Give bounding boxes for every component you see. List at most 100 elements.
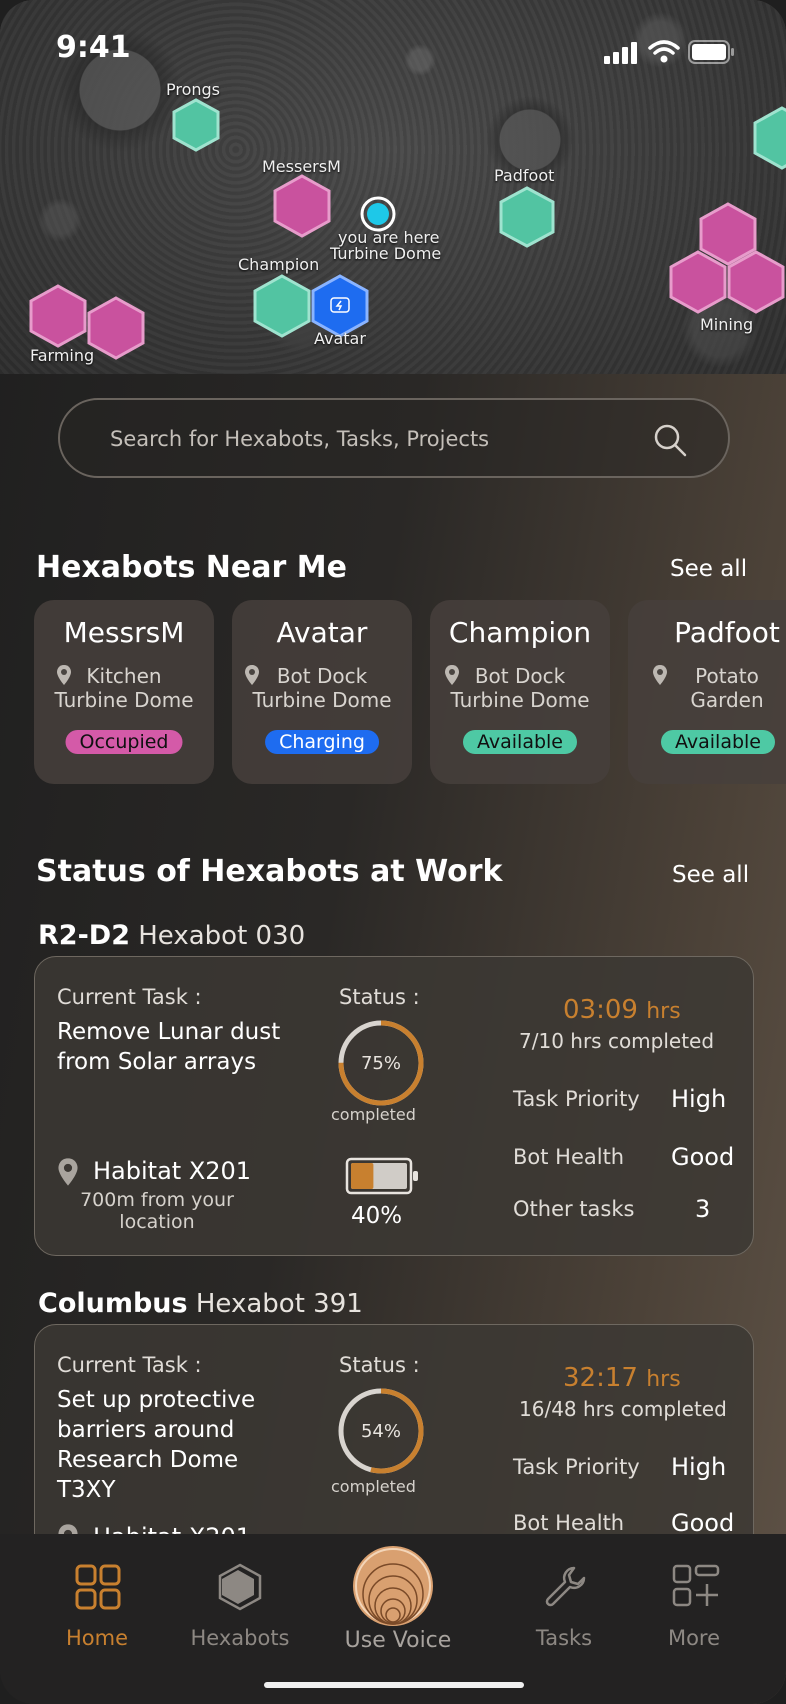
near-me-see-all-link[interactable]: See all (670, 556, 747, 582)
progress-percent: 54% (360, 1421, 401, 1442)
near-card-location: Bot Dock Turbine Dome (430, 664, 610, 712)
nav-use-voice-label: Use Voice (344, 1628, 452, 1653)
home-grid-icon (75, 1564, 121, 1610)
nav-more[interactable]: More (624, 1534, 764, 1654)
location-line-2: Turbine Dome (252, 688, 392, 712)
search-bar[interactable] (58, 398, 730, 478)
bot-name: R2-D2 (38, 920, 130, 951)
current-task-label: Current Task : (57, 1353, 202, 1377)
location-line-2: Turbine Dome (450, 688, 590, 712)
map-label-turbine-dome: Turbine Dome (330, 244, 442, 263)
health-label: Bot Health (513, 1145, 625, 1169)
hexabot-marker-farming-2[interactable] (86, 296, 146, 360)
status-badge: Available (462, 730, 578, 754)
hours-number: 03:09 (563, 995, 638, 1025)
near-card-padfoot[interactable]: Padfoot Potato Garden Available (628, 600, 786, 784)
status-badge: Available (660, 730, 776, 754)
near-card-location: Kitchen Turbine Dome (34, 664, 214, 712)
current-task-label: Current Task : (57, 985, 202, 1009)
map-label-padfoot: Padfoot (494, 166, 555, 185)
other-tasks-label: Other tasks (513, 1197, 635, 1221)
status-bar: 9:41 (0, 0, 786, 100)
at-work-title: Status of Hexabots at Work (36, 854, 503, 889)
voice-orb-icon (353, 1546, 433, 1626)
location-line-1: Bot Dock (474, 664, 566, 688)
other-tasks-value: 3 (695, 1195, 711, 1223)
nav-hexabots[interactable]: Hexabots (170, 1534, 310, 1654)
status-badge: Occupied (65, 730, 183, 754)
hexabot-marker-padfoot[interactable] (498, 186, 556, 248)
near-card-location: Bot Dock Turbine Dome (232, 664, 412, 712)
status-time: 9:41 (56, 30, 131, 65)
hours-completed: 16/48 hrs completed (519, 1397, 727, 1421)
hours-unit: hrs (646, 1367, 681, 1392)
hexabot-marker-farming-1[interactable] (28, 284, 88, 348)
location-pin-icon (58, 1158, 78, 1186)
hexabot-marker-champion[interactable] (252, 274, 312, 338)
battery-status-icon (688, 40, 734, 64)
hexabot-marker-messersm[interactable] (272, 174, 332, 238)
bot-distance: 700m from your location (80, 1189, 234, 1233)
nav-more-label: More (667, 1626, 721, 1650)
battery-icon (345, 1157, 418, 1195)
bot-name: Columbus (38, 1288, 188, 1319)
nav-home[interactable]: Home (27, 1534, 167, 1654)
health-value: Good (671, 1509, 735, 1537)
work-card-r2d2[interactable]: Current Task : Remove Lunar dust from So… (34, 956, 754, 1256)
home-indicator[interactable] (264, 1682, 524, 1688)
bottom-nav: Home Hexabots Use Voice Tasks More (0, 1534, 786, 1704)
hexabot-marker-prongs[interactable] (170, 98, 222, 152)
priority-label: Task Priority (513, 1455, 640, 1479)
task-description: Remove Lunar dust from Solar arrays (57, 1019, 281, 1075)
hours-number: 32:17 (563, 1363, 638, 1393)
bot-model: Hexabot 391 (195, 1289, 363, 1319)
app-screen: Prongs MessersM Padfoot you are here Tur… (0, 0, 786, 1704)
hexabot-marker-mining-3[interactable] (726, 250, 786, 314)
hours-unit: hrs (646, 999, 681, 1024)
wifi-icon (648, 40, 680, 63)
near-me-carousel[interactable]: MessrsM Kitchen Turbine Dome Occupied Ava… (34, 600, 786, 784)
search-icon[interactable] (652, 422, 688, 458)
at-work-see-all-link[interactable]: See all (672, 862, 749, 888)
nav-tasks-label: Tasks (535, 1626, 593, 1650)
map-label-messersm: MessersM (262, 157, 341, 176)
priority-label: Task Priority (513, 1087, 640, 1111)
near-card-name: Avatar (276, 616, 368, 649)
nav-hexabots-label: Hexabots (190, 1626, 290, 1650)
hexabot-marker-mining-2[interactable] (668, 250, 728, 314)
nav-use-voice[interactable]: Use Voice (328, 1534, 468, 1654)
search-input[interactable] (108, 420, 632, 458)
battery-percent: 40% (351, 1203, 403, 1229)
map-label-champion: Champion (238, 255, 320, 274)
nav-tasks[interactable]: Tasks (494, 1534, 634, 1654)
near-card-champion[interactable]: Champion Bot Dock Turbine Dome Available (430, 600, 610, 784)
priority-value: High (671, 1453, 727, 1481)
wrench-icon (545, 1566, 586, 1607)
status-label: Status : (339, 1353, 420, 1377)
near-card-name: MessrsM (63, 616, 185, 649)
map-label-farming: Farming (30, 346, 95, 365)
health-label: Bot Health (513, 1511, 625, 1535)
near-card-avatar[interactable]: Avatar Bot Dock Turbine Dome Charging (232, 600, 412, 784)
hexabot-icon (218, 1563, 262, 1611)
location-line-2: Garden (690, 688, 764, 712)
health-value: Good (671, 1143, 735, 1171)
task-description: Set up protective barriers around Resear… (57, 1387, 256, 1503)
near-me-title: Hexabots Near Me (36, 550, 347, 585)
location-line-1: Kitchen (86, 664, 162, 688)
nav-home-label: Home (65, 1626, 128, 1650)
more-grid-icon (672, 1564, 720, 1607)
status-label: Status : (339, 985, 420, 1009)
progress-percent: 75% (360, 1053, 401, 1074)
priority-value: High (671, 1085, 727, 1113)
hexabot-marker-edge[interactable] (752, 106, 786, 170)
map-label-avatar: Avatar (314, 329, 366, 348)
location-line-2: Turbine Dome (54, 688, 194, 712)
completed-label: completed (331, 1477, 416, 1496)
completed-label: completed (331, 1105, 416, 1124)
near-card-messrsm[interactable]: MessrsM Kitchen Turbine Dome Occupied (34, 600, 214, 784)
hours-value: 03:09 hrs (563, 995, 681, 1025)
near-card-name: Padfoot (674, 616, 780, 649)
near-card-name: Champion (448, 616, 592, 649)
hours-completed: 7/10 hrs completed (519, 1029, 715, 1053)
